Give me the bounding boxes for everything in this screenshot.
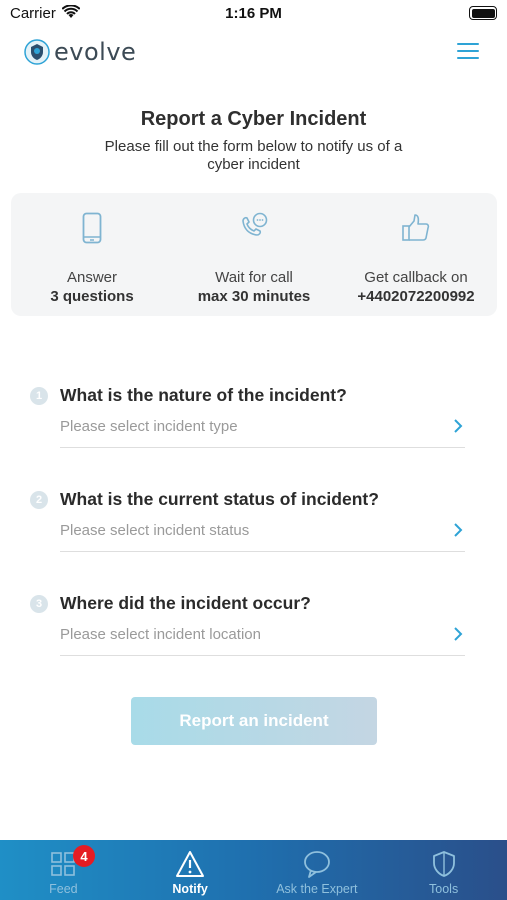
page-subtitle: Please fill out the form below to notify… — [104, 138, 403, 173]
hamburger-menu-icon[interactable] — [457, 43, 479, 61]
tab-label: Feed — [49, 882, 78, 896]
evolve-logo-icon — [24, 39, 50, 65]
step-answer: Answer 3 questions — [11, 193, 173, 316]
tab-ask-the-expert[interactable]: Ask the Expert — [254, 840, 381, 900]
question-title: Where did the incident occur? — [60, 593, 311, 613]
app-logo[interactable]: evolve — [24, 38, 136, 66]
incident-status-select[interactable]: Please select incident status — [60, 522, 465, 552]
notification-badge: 4 — [73, 845, 95, 867]
question-title: What is the current status of incident? — [60, 489, 379, 509]
question-title: What is the nature of the incident? — [60, 385, 347, 405]
incident-location-select[interactable]: Please select incident location — [60, 626, 465, 656]
process-steps-card: Answer 3 questions Wait for call max 30 … — [11, 193, 497, 316]
status-bar: Carrier 1:16 PM — [0, 0, 507, 28]
tab-notify[interactable]: Notify — [127, 840, 254, 900]
chat-bubble-icon — [302, 849, 332, 879]
tab-label: Tools — [429, 882, 459, 896]
bottom-tab-bar: 4 Feed Notify Ask the Expert Tools — [0, 840, 507, 900]
tab-label: Ask the Expert — [276, 882, 358, 896]
incident-type-select[interactable]: Please select incident type — [60, 418, 465, 448]
step-label: Wait for call — [215, 269, 293, 286]
tab-tools[interactable]: Tools — [380, 840, 507, 900]
step-value: max 30 minutes — [197, 288, 311, 305]
status-time: 1:16 PM — [225, 5, 282, 22]
select-placeholder: Please select incident status — [60, 522, 250, 539]
mobile-phone-icon — [75, 211, 109, 245]
question-number: 1 — [30, 386, 48, 405]
logo-text: evolve — [54, 38, 137, 66]
step-value: 3 questions — [50, 288, 134, 305]
report-incident-button[interactable]: Report an incident — [131, 697, 377, 745]
step-callback: Get callback on +4402072200992 — [335, 193, 497, 316]
chevron-right-icon — [454, 627, 463, 641]
step-label: Get callback on — [364, 269, 468, 286]
callback-phone-number[interactable]: +4402072200992 — [357, 288, 474, 305]
chevron-right-icon — [454, 419, 463, 433]
select-placeholder: Please select incident type — [60, 418, 238, 435]
question-incident-type: 1 What is the nature of the incident? Pl… — [30, 385, 467, 448]
thumbs-up-icon — [399, 211, 433, 245]
warning-icon — [175, 849, 205, 879]
select-placeholder: Please select incident location — [60, 626, 261, 643]
tab-feed[interactable]: 4 Feed — [0, 840, 127, 900]
question-number: 2 — [30, 490, 48, 509]
question-incident-status: 2 What is the current status of incident… — [30, 489, 467, 552]
chevron-right-icon — [454, 523, 463, 537]
battery-icon — [469, 6, 497, 20]
page-title: Report a Cyber Incident — [140, 108, 367, 130]
shield-icon — [429, 849, 459, 879]
question-number: 3 — [30, 594, 48, 613]
step-wait: Wait for call max 30 minutes — [173, 193, 335, 316]
app-header: evolve — [0, 36, 507, 70]
tab-label: Notify — [172, 882, 208, 896]
step-label: Answer — [66, 269, 118, 286]
phone-call-icon — [237, 211, 271, 245]
question-incident-location: 3 Where did the incident occur? Please s… — [30, 593, 467, 656]
